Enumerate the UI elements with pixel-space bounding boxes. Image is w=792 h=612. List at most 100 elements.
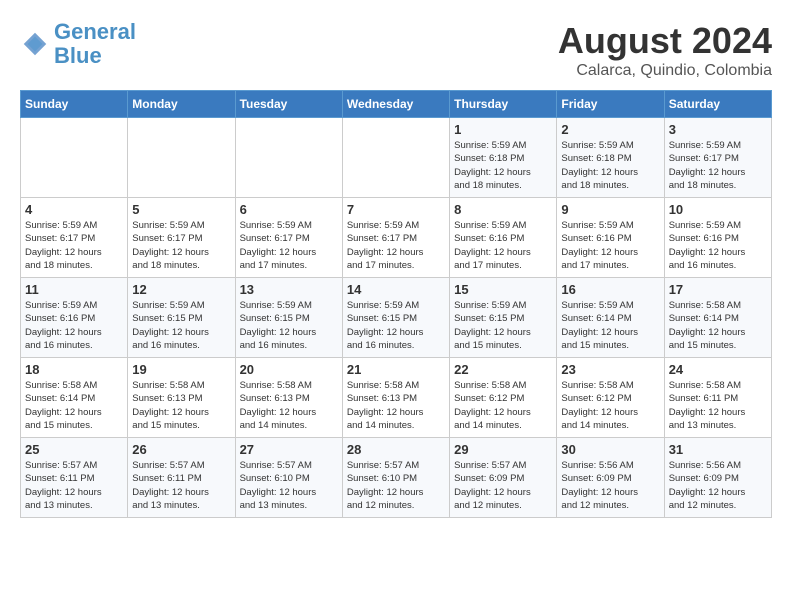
day-number: 24 (669, 362, 767, 377)
day-number: 20 (240, 362, 338, 377)
calendar-cell (342, 118, 449, 198)
day-number: 1 (454, 122, 552, 137)
day-number: 22 (454, 362, 552, 377)
day-detail: Sunrise: 5:56 AM Sunset: 6:09 PM Dayligh… (561, 459, 659, 512)
day-number: 16 (561, 282, 659, 297)
day-number: 30 (561, 442, 659, 457)
weekday-header-row: SundayMondayTuesdayWednesdayThursdayFrid… (21, 91, 772, 118)
calendar-cell: 7 Sunrise: 5:59 AM Sunset: 6:17 PM Daylig… (342, 198, 449, 278)
day-detail: Sunrise: 5:58 AM Sunset: 6:13 PM Dayligh… (132, 379, 230, 432)
day-detail: Sunrise: 5:59 AM Sunset: 6:16 PM Dayligh… (561, 219, 659, 272)
day-detail: Sunrise: 5:59 AM Sunset: 6:16 PM Dayligh… (25, 299, 123, 352)
calendar-cell: 27 Sunrise: 5:57 AM Sunset: 6:10 PM Dayli… (235, 438, 342, 518)
weekday-header-wednesday: Wednesday (342, 91, 449, 118)
calendar-cell: 9 Sunrise: 5:59 AM Sunset: 6:16 PM Daylig… (557, 198, 664, 278)
calendar-cell: 2Sunrise: 5:59 AM Sunset: 6:18 PM Daylig… (557, 118, 664, 198)
day-detail: Sunrise: 5:58 AM Sunset: 6:13 PM Dayligh… (240, 379, 338, 432)
day-number: 15 (454, 282, 552, 297)
day-number: 18 (25, 362, 123, 377)
day-detail: Sunrise: 5:59 AM Sunset: 6:17 PM Dayligh… (25, 219, 123, 272)
calendar-cell (128, 118, 235, 198)
calendar-cell: 13Sunrise: 5:59 AM Sunset: 6:15 PM Dayli… (235, 278, 342, 358)
calendar-cell: 14 Sunrise: 5:59 AM Sunset: 6:15 PM Dayli… (342, 278, 449, 358)
calendar-cell (235, 118, 342, 198)
calendar-body: 1 Sunrise: 5:59 AM Sunset: 6:18 PM Daylig… (21, 118, 772, 518)
day-detail: Sunrise: 5:58 AM Sunset: 6:12 PM Dayligh… (561, 379, 659, 432)
day-detail: Sunrise: 5:58 AM Sunset: 6:14 PM Dayligh… (669, 299, 767, 352)
day-number: 14 (347, 282, 445, 297)
calendar-cell: 16Sunrise: 5:59 AM Sunset: 6:14 PM Dayli… (557, 278, 664, 358)
logo-icon (20, 29, 50, 59)
day-number: 17 (669, 282, 767, 297)
calendar-cell: 26Sunrise: 5:57 AM Sunset: 6:11 PM Dayli… (128, 438, 235, 518)
day-detail: Sunrise: 5:59 AM Sunset: 6:17 PM Dayligh… (669, 139, 767, 192)
day-number: 6 (240, 202, 338, 217)
calendar-cell: 29 Sunrise: 5:57 AM Sunset: 6:09 PM Dayli… (450, 438, 557, 518)
title-block: August 2024 Calarca, Quindio, Colombia (558, 20, 772, 80)
calendar-cell: 15 Sunrise: 5:59 AM Sunset: 6:15 PM Dayli… (450, 278, 557, 358)
calendar-cell: 21Sunrise: 5:58 AM Sunset: 6:13 PM Dayli… (342, 358, 449, 438)
day-number: 8 (454, 202, 552, 217)
calendar-cell: 25Sunrise: 5:57 AM Sunset: 6:11 PM Dayli… (21, 438, 128, 518)
calendar-table: SundayMondayTuesdayWednesdayThursdayFrid… (20, 90, 772, 518)
day-detail: Sunrise: 5:58 AM Sunset: 6:11 PM Dayligh… (669, 379, 767, 432)
day-number: 2 (561, 122, 659, 137)
day-detail: Sunrise: 5:59 AM Sunset: 6:17 PM Dayligh… (347, 219, 445, 272)
calendar-week-row: 1 Sunrise: 5:59 AM Sunset: 6:18 PM Daylig… (21, 118, 772, 198)
day-number: 31 (669, 442, 767, 457)
calendar-cell: 28Sunrise: 5:57 AM Sunset: 6:10 PM Dayli… (342, 438, 449, 518)
calendar-cell: 5 Sunrise: 5:59 AM Sunset: 6:17 PM Daylig… (128, 198, 235, 278)
calendar-week-row: 11 Sunrise: 5:59 AM Sunset: 6:16 PM Dayli… (21, 278, 772, 358)
weekday-header-thursday: Thursday (450, 91, 557, 118)
month-year: August 2024 (558, 20, 772, 62)
calendar-cell: 18 Sunrise: 5:58 AM Sunset: 6:14 PM Dayli… (21, 358, 128, 438)
calendar-week-row: 18 Sunrise: 5:58 AM Sunset: 6:14 PM Dayli… (21, 358, 772, 438)
calendar-cell: 12Sunrise: 5:59 AM Sunset: 6:15 PM Dayli… (128, 278, 235, 358)
day-detail: Sunrise: 5:58 AM Sunset: 6:14 PM Dayligh… (25, 379, 123, 432)
day-number: 29 (454, 442, 552, 457)
calendar-cell: 23Sunrise: 5:58 AM Sunset: 6:12 PM Dayli… (557, 358, 664, 438)
calendar-cell: 4 Sunrise: 5:59 AM Sunset: 6:17 PM Daylig… (21, 198, 128, 278)
day-detail: Sunrise: 5:59 AM Sunset: 6:17 PM Dayligh… (132, 219, 230, 272)
weekday-header-monday: Monday (128, 91, 235, 118)
day-number: 5 (132, 202, 230, 217)
day-detail: Sunrise: 5:59 AM Sunset: 6:15 PM Dayligh… (454, 299, 552, 352)
calendar-cell: 6Sunrise: 5:59 AM Sunset: 6:17 PM Daylig… (235, 198, 342, 278)
weekday-header-tuesday: Tuesday (235, 91, 342, 118)
calendar-week-row: 25Sunrise: 5:57 AM Sunset: 6:11 PM Dayli… (21, 438, 772, 518)
day-detail: Sunrise: 5:58 AM Sunset: 6:12 PM Dayligh… (454, 379, 552, 432)
location: Calarca, Quindio, Colombia (558, 62, 772, 80)
page-header: General Blue August 2024 Calarca, Quindi… (20, 20, 772, 80)
logo-blue: Blue (54, 43, 102, 68)
day-number: 9 (561, 202, 659, 217)
calendar-cell: 17 Sunrise: 5:58 AM Sunset: 6:14 PM Dayli… (664, 278, 771, 358)
logo: General Blue (20, 20, 136, 68)
day-number: 7 (347, 202, 445, 217)
day-number: 27 (240, 442, 338, 457)
calendar-cell: 20 Sunrise: 5:58 AM Sunset: 6:13 PM Dayli… (235, 358, 342, 438)
calendar-cell: 11 Sunrise: 5:59 AM Sunset: 6:16 PM Dayli… (21, 278, 128, 358)
day-detail: Sunrise: 5:59 AM Sunset: 6:18 PM Dayligh… (454, 139, 552, 192)
calendar-cell (21, 118, 128, 198)
calendar-week-row: 4 Sunrise: 5:59 AM Sunset: 6:17 PM Daylig… (21, 198, 772, 278)
day-detail: Sunrise: 5:59 AM Sunset: 6:15 PM Dayligh… (347, 299, 445, 352)
calendar-cell: 30 Sunrise: 5:56 AM Sunset: 6:09 PM Dayli… (557, 438, 664, 518)
day-detail: Sunrise: 5:59 AM Sunset: 6:16 PM Dayligh… (669, 219, 767, 272)
day-detail: Sunrise: 5:56 AM Sunset: 6:09 PM Dayligh… (669, 459, 767, 512)
day-number: 11 (25, 282, 123, 297)
weekday-header-sunday: Sunday (21, 91, 128, 118)
calendar-cell: 3 Sunrise: 5:59 AM Sunset: 6:17 PM Daylig… (664, 118, 771, 198)
day-detail: Sunrise: 5:59 AM Sunset: 6:16 PM Dayligh… (454, 219, 552, 272)
day-number: 25 (25, 442, 123, 457)
calendar-cell: 22 Sunrise: 5:58 AM Sunset: 6:12 PM Dayli… (450, 358, 557, 438)
logo-general: General (54, 19, 136, 44)
day-number: 4 (25, 202, 123, 217)
day-detail: Sunrise: 5:57 AM Sunset: 6:10 PM Dayligh… (347, 459, 445, 512)
day-number: 21 (347, 362, 445, 377)
day-number: 3 (669, 122, 767, 137)
calendar-cell: 19Sunrise: 5:58 AM Sunset: 6:13 PM Dayli… (128, 358, 235, 438)
calendar-cell: 1 Sunrise: 5:59 AM Sunset: 6:18 PM Daylig… (450, 118, 557, 198)
weekday-header-saturday: Saturday (664, 91, 771, 118)
day-detail: Sunrise: 5:57 AM Sunset: 6:09 PM Dayligh… (454, 459, 552, 512)
day-detail: Sunrise: 5:57 AM Sunset: 6:10 PM Dayligh… (240, 459, 338, 512)
